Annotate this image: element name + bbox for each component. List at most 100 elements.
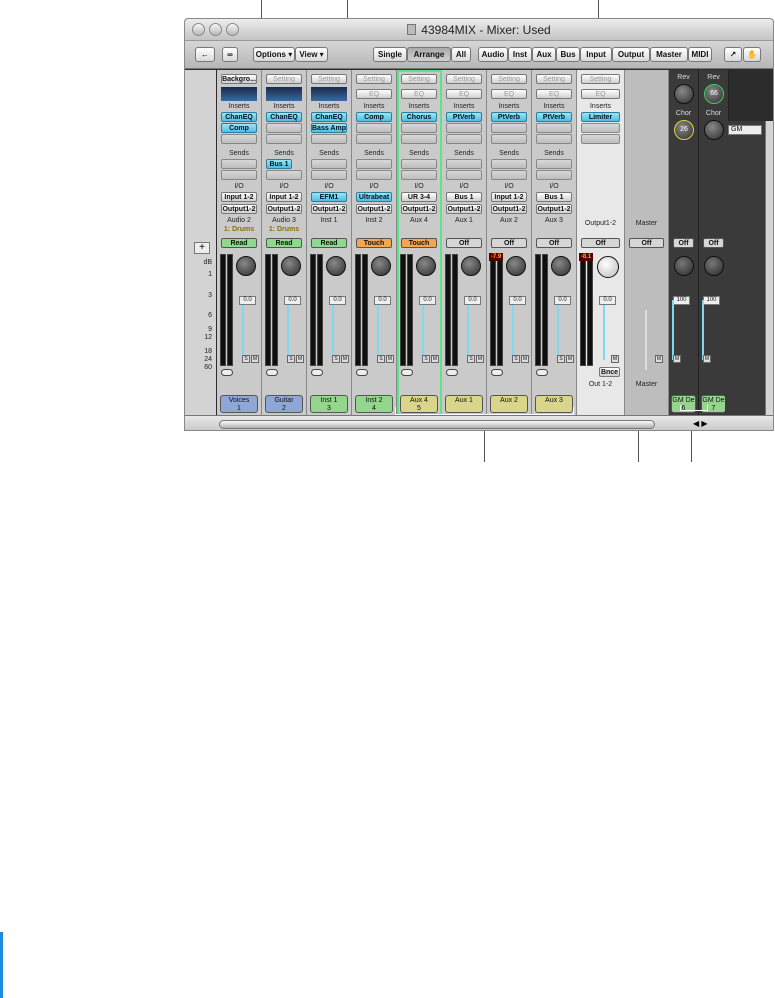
setting-button[interactable]: Setting	[311, 74, 347, 84]
insert-slot-empty[interactable]	[401, 134, 437, 144]
hand-tool-icon[interactable]: ✋	[743, 47, 761, 62]
eq-thumbnail[interactable]	[266, 87, 302, 101]
automation-button[interactable]: Read	[266, 238, 302, 248]
insert-slot-empty[interactable]	[536, 134, 572, 144]
send-slot-empty[interactable]	[221, 159, 257, 169]
setting-button[interactable]: Backgro...	[221, 74, 257, 84]
eq-button[interactable]: EQ	[446, 89, 482, 99]
horizontal-scrollbar[interactable]: ◀ ▶	[185, 415, 773, 430]
automation-button[interactable]: Off	[491, 238, 527, 248]
pan-knob[interactable]	[506, 256, 526, 276]
volume-fader[interactable]	[377, 300, 379, 360]
options-menu[interactable]: Options ▾	[253, 47, 295, 62]
send-slot-empty[interactable]	[536, 159, 572, 169]
send-slot[interactable]: Bus 1	[266, 159, 292, 169]
output-slot[interactable]: Output1-2	[311, 204, 347, 214]
input-slot[interactable]: UR 3-4	[401, 192, 437, 202]
insert-slot[interactable]: PtVerb	[536, 112, 572, 122]
input-slot[interactable]: Input 1-2	[221, 192, 257, 202]
mute-button[interactable]: M	[251, 355, 259, 363]
chor-knob[interactable]: 26	[674, 120, 694, 140]
scroll-thumb[interactable]	[219, 420, 655, 429]
group-label[interactable]: 1: Drums	[262, 226, 306, 233]
insert-slot[interactable]: Chorus	[401, 112, 437, 122]
link-icon[interactable]	[221, 369, 233, 376]
output-automation-button[interactable]: Off	[581, 238, 620, 248]
output-insert-slot-empty[interactable]	[581, 134, 620, 144]
gm-volume-fader[interactable]	[702, 300, 704, 360]
setting-button[interactable]: Setting	[401, 74, 437, 84]
back-button[interactable]: ←	[195, 47, 215, 62]
output-slot[interactable]: Output1-2	[266, 204, 302, 214]
send-slot-empty[interactable]	[266, 170, 302, 180]
filter-inst-button[interactable]: Inst	[508, 47, 532, 62]
gm-mute-button[interactable]: M	[703, 355, 711, 363]
output-slot[interactable]: Output1-2	[401, 204, 437, 214]
solo-button[interactable]: S	[377, 355, 385, 363]
gm-automation-button[interactable]: Off	[673, 238, 694, 248]
view-all-button[interactable]: All	[451, 47, 471, 62]
solo-button[interactable]: S	[557, 355, 565, 363]
volume-fader[interactable]	[467, 300, 469, 360]
gm-pan-knob[interactable]	[674, 256, 694, 276]
send-slot-empty[interactable]	[491, 170, 527, 180]
master-automation-button[interactable]: Off	[629, 238, 664, 248]
send-slot-empty[interactable]	[491, 159, 527, 169]
eq-button[interactable]: EQ	[356, 89, 392, 99]
solo-button[interactable]: S	[287, 355, 295, 363]
volume-value[interactable]: 0.0	[464, 296, 481, 305]
gm-pan-knob[interactable]	[704, 256, 724, 276]
channel-name[interactable]: Guitar 2	[265, 395, 303, 413]
output-slot[interactable]: Output1-2	[536, 204, 572, 214]
mute-button[interactable]: M	[566, 355, 574, 363]
automation-button[interactable]: Touch	[401, 238, 437, 248]
insert-slot-empty[interactable]	[221, 134, 257, 144]
insert-slot[interactable]: Comp	[356, 112, 392, 122]
channel-name[interactable]: Voices 1	[220, 395, 258, 413]
send-slot-empty[interactable]	[221, 170, 257, 180]
insert-slot-empty[interactable]	[491, 123, 527, 133]
filter-output-button[interactable]: Output	[612, 47, 650, 62]
gm-automation-button[interactable]: Off	[703, 238, 724, 248]
eq-button[interactable]: EQ	[536, 89, 572, 99]
filter-audio-button[interactable]: Audio	[478, 47, 508, 62]
eq-thumbnail[interactable]	[311, 87, 347, 101]
channel-name[interactable]: Inst 13	[310, 395, 348, 413]
filter-input-button[interactable]: Input	[580, 47, 612, 62]
insert-slot-empty[interactable]	[446, 123, 482, 133]
insert-slot[interactable]: PtVerb	[446, 112, 482, 122]
solo-button[interactable]: S	[332, 355, 340, 363]
filter-master-button[interactable]: Master	[650, 47, 688, 62]
filter-bus-button[interactable]: Bus	[556, 47, 580, 62]
insert-slot-empty[interactable]	[356, 123, 392, 133]
eq-button[interactable]: EQ	[401, 89, 437, 99]
output-volume-value[interactable]: 0.0	[599, 296, 616, 305]
volume-value[interactable]: 0.0	[374, 296, 391, 305]
mute-button[interactable]: M	[431, 355, 439, 363]
output-insert-slot[interactable]: Limiter	[581, 112, 620, 122]
scroll-arrows-icon[interactable]: ◀ ▶	[693, 419, 708, 428]
send-slot-empty[interactable]	[446, 170, 482, 180]
output-slot[interactable]: Output1-2	[221, 204, 257, 214]
gm-volume-value[interactable]: 100	[703, 296, 720, 305]
gm-volume-value[interactable]: 100	[673, 296, 690, 305]
insert-slot-empty[interactable]	[446, 134, 482, 144]
solo-button[interactable]: S	[467, 355, 475, 363]
rev-knob[interactable]	[674, 84, 694, 104]
send-slot-empty[interactable]	[446, 159, 482, 169]
input-slot[interactable]: Input 1-2	[266, 192, 302, 202]
send-slot-empty[interactable]	[536, 170, 572, 180]
output-bounce-button[interactable]: Bnce	[599, 367, 620, 377]
volume-fader[interactable]	[332, 300, 334, 360]
master-mute-button[interactable]: M	[655, 355, 663, 363]
input-slot[interactable]: Input 1-2	[491, 192, 527, 202]
eq-thumbnail[interactable]	[221, 87, 257, 101]
solo-button[interactable]: S	[422, 355, 430, 363]
output-pan-knob[interactable]	[597, 256, 619, 278]
vertical-scrollbar[interactable]	[765, 121, 773, 430]
automation-button[interactable]: Read	[221, 238, 257, 248]
pan-knob[interactable]	[416, 256, 436, 276]
group-label[interactable]: 1: Drums	[217, 226, 261, 233]
pointer-tool-icon[interactable]: ↗	[724, 47, 742, 62]
setting-button[interactable]: Setting	[266, 74, 302, 84]
